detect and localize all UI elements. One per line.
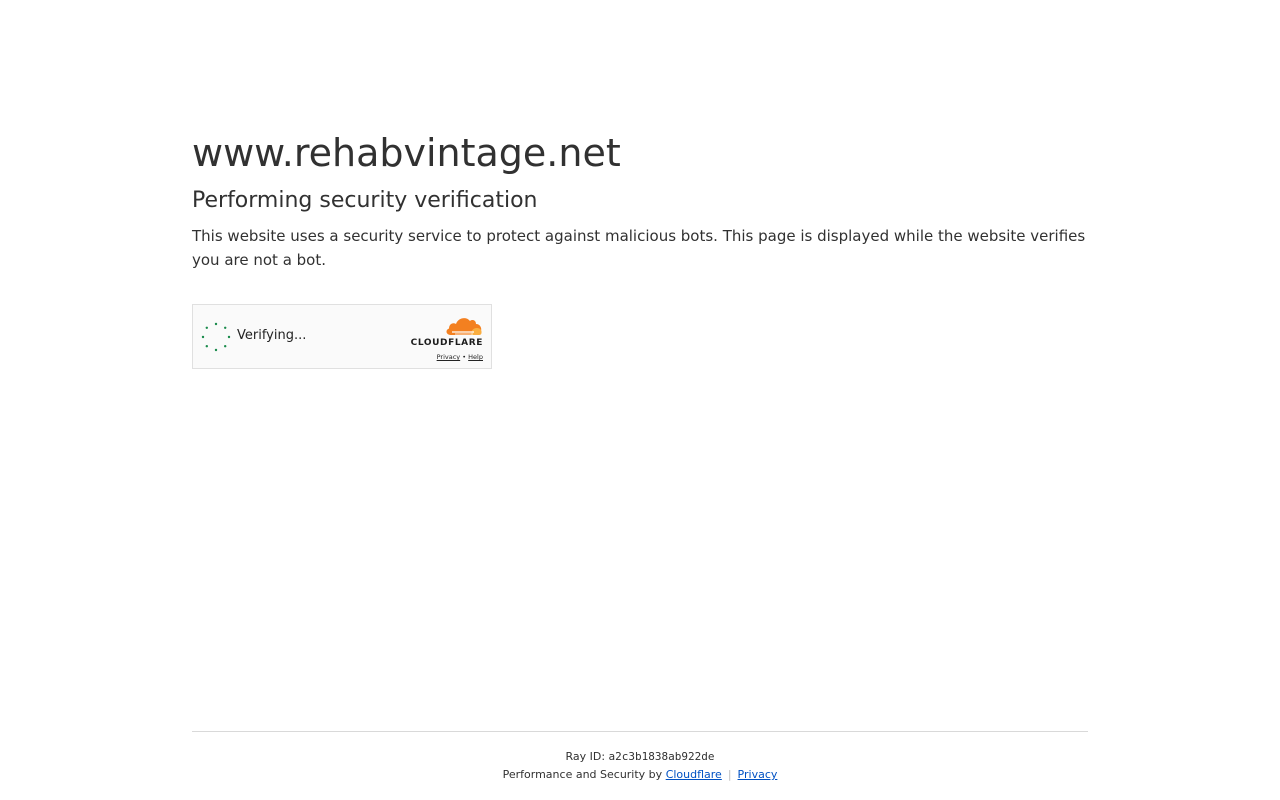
page-description: This website uses a security service to … bbox=[192, 227, 1086, 269]
turnstile-widget[interactable]: Verifying... CLOUDFLARE Privacy • Help bbox=[192, 304, 492, 369]
ray-id-label: Ray ID: bbox=[565, 750, 606, 763]
footer-separator: | bbox=[727, 768, 732, 781]
performance-text: Performance and Security by bbox=[502, 768, 663, 781]
site-hostname: www.rehabvintage.net bbox=[192, 131, 621, 175]
footer: Ray ID: a2c3b1838ab922de Performance and… bbox=[192, 731, 1088, 782]
main-content: www.rehabvintage.net Performing security… bbox=[192, 126, 1088, 369]
performance-line: Performance and Security by Cloudflare | P… bbox=[192, 768, 1088, 782]
ray-id-line: Ray ID: a2c3b1838ab922de bbox=[192, 750, 1088, 764]
verifying-status: Verifying... bbox=[237, 328, 307, 343]
cloudflare-link[interactable]: Cloudflare bbox=[666, 768, 722, 781]
widget-privacy-link[interactable]: Privacy bbox=[437, 353, 461, 361]
spinner-icon bbox=[201, 322, 231, 352]
cloudflare-cloud-icon bbox=[446, 318, 482, 335]
widget-links: Privacy • Help bbox=[437, 353, 483, 361]
page-subtitle: Performing security verification bbox=[192, 188, 538, 213]
widget-help-link[interactable]: Help bbox=[468, 353, 483, 361]
cloudflare-brand: CLOUDFLARE Privacy • Help bbox=[403, 315, 483, 361]
cloudflare-wordmark: CLOUDFLARE bbox=[410, 338, 483, 348]
challenge-page: www.rehabvintage.net Performing security… bbox=[0, 0, 1280, 800]
ray-id-value: a2c3b1838ab922de bbox=[608, 750, 715, 763]
widget-link-separator: • bbox=[462, 353, 467, 361]
footer-privacy-link[interactable]: Privacy bbox=[738, 768, 778, 781]
